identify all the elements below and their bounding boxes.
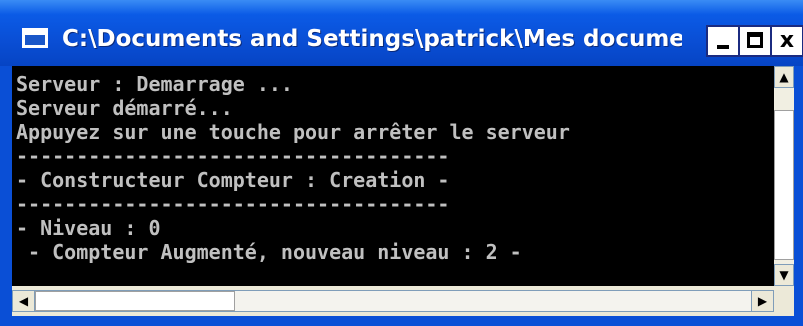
console-text: Serveur : Demarrage ... Serveur démarré..… (16, 72, 570, 286)
scroll-up-button[interactable]: ▲ (774, 66, 794, 88)
title-bar[interactable]: C:\Documents and Settings\patrick\Mes do… (0, 0, 803, 66)
maximize-icon (747, 32, 763, 48)
console-line: ------------------------------------ (16, 144, 450, 168)
close-button[interactable]: x (770, 25, 803, 57)
minimize-icon (717, 45, 729, 49)
console-line: Appuyez sur une touche pour arrêter le s… (16, 120, 570, 144)
console-line: _ (16, 264, 29, 286)
console-line: - Niveau : 0 (16, 216, 161, 240)
scroll-left-button[interactable]: ◀ (13, 291, 35, 311)
console-line: Serveur démarré... (16, 96, 233, 120)
arrow-right-icon: ▶ (757, 294, 768, 308)
vertical-scrollbar[interactable]: ▲ ▼ (774, 66, 794, 286)
arrow-down-icon: ▼ (779, 268, 789, 282)
arrow-up-icon: ▲ (779, 70, 789, 84)
vertical-scroll-thumb[interactable] (774, 110, 794, 260)
console-window-icon[interactable] (22, 28, 48, 48)
console-line: - Compteur Augmenté, nouveau niveau : 2 … (16, 240, 522, 264)
horizontal-scroll-thumb[interactable] (35, 291, 235, 311)
console-window: C:\Documents and Settings\patrick\Mes do… (0, 0, 803, 326)
scroll-down-button[interactable]: ▼ (774, 264, 794, 286)
minimize-button[interactable] (706, 25, 740, 57)
close-icon: x (779, 28, 795, 53)
console-line: ------------------------------------ (16, 192, 450, 216)
size-grip[interactable] (774, 290, 794, 312)
console-line: Serveur : Demarrage ... (16, 72, 293, 96)
maximize-button[interactable] (738, 25, 772, 57)
console-output[interactable]: Serveur : Demarrage ... Serveur démarré..… (12, 66, 774, 286)
horizontal-scrollbar[interactable]: ◀ ▶ (12, 290, 774, 312)
console-line: - Constructeur Compteur : Creation - (16, 168, 450, 192)
scroll-right-button[interactable]: ▶ (751, 291, 773, 311)
window-title: C:\Documents and Settings\patrick\Mes do… (62, 26, 682, 52)
horizontal-scroll-area: ◀ ▶ (12, 286, 794, 316)
arrow-left-icon: ◀ (18, 294, 29, 308)
